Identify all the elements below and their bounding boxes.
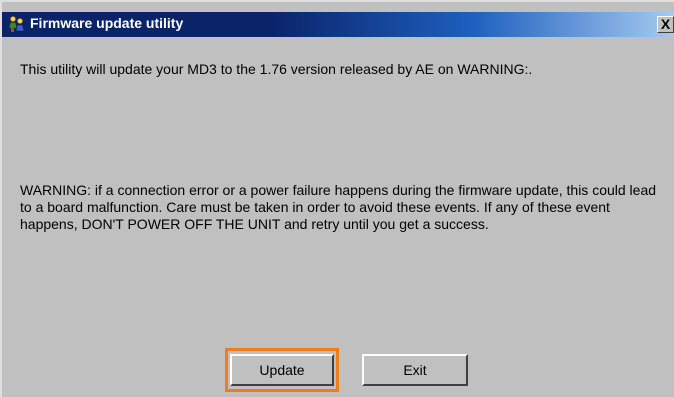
window-title: Firmware update utility (30, 15, 184, 31)
app-people-icon (8, 15, 26, 33)
close-button[interactable]: X (657, 16, 674, 33)
exit-button-label: Exit (403, 362, 427, 378)
update-button-label: Update (259, 362, 305, 378)
update-description: This utility will update your MD3 to the… (20, 61, 533, 77)
update-button[interactable]: Update (230, 354, 334, 386)
warning-message: WARNING: if a connection error or a powe… (20, 182, 657, 232)
exit-button[interactable]: Exit (362, 354, 468, 386)
close-icon: X (660, 16, 671, 32)
title-bar[interactable]: Firmware update utility X (2, 12, 674, 37)
firmware-update-dialog: Firmware update utility X This utility w… (0, 0, 674, 397)
